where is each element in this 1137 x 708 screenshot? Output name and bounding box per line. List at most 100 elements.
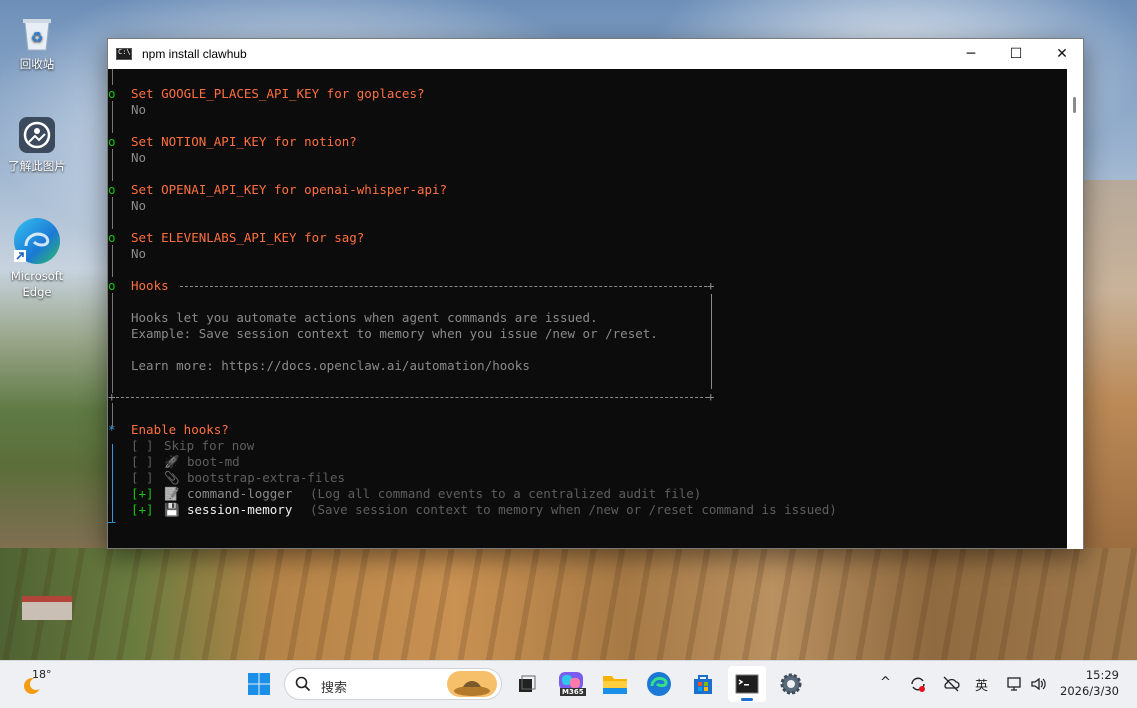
maximize-button[interactable]: ☐ [993,39,1039,69]
active-indicator [741,698,753,701]
weather-temp: 18° [32,668,52,681]
hooks-box-bottom-border [116,397,708,398]
start-button[interactable] [243,668,275,700]
task-view-icon [519,675,536,692]
step-bullet: o [108,278,116,293]
sync-icon[interactable] [909,675,927,693]
desktop-icon-learn-picture[interactable]: 了解此图片 [0,114,74,174]
option-description: (Save session context to memory when /ne… [310,502,837,517]
cloud-offline-icon[interactable] [942,675,960,693]
network-icon[interactable] [1006,675,1022,693]
wallpaper-house [22,596,72,620]
learn-picture-icon [16,114,58,156]
paperclip-icon: 📎 [164,470,180,485]
option-label[interactable]: bootstrap-extra-files [187,470,345,486]
terminal-window[interactable]: npm install clawhub ─ ☐ ✕ o Set GOOGLE_P… [107,38,1084,549]
step-bullet: o [108,86,116,101]
m365-label: M365 [560,688,586,696]
desktop-icon-edge[interactable]: Microsoft Edge [0,216,74,300]
terminal-icon [735,674,759,694]
edge-icon [647,672,671,696]
box-corner: + [108,389,116,404]
option-label[interactable]: Skip for now [164,438,254,454]
step-bullet: o [108,230,116,245]
option-description: (Log all command events to a centralized… [310,486,702,501]
settings-button[interactable] [775,668,807,700]
floppy-disk-icon: 💾 [164,502,180,517]
tree-line [112,101,113,133]
memo-icon: 📝 [164,486,180,501]
clock-date: 2026/3/30 [1060,684,1119,698]
prompt-answer: No [131,246,147,261]
terminal-taskbar-button[interactable] [728,666,766,702]
ime-indicator[interactable]: 英 [975,675,988,694]
rocket-icon: 🚀 [164,454,180,469]
option-label[interactable]: boot-md [187,454,240,470]
option-label[interactable]: command-logger [187,486,292,502]
settings-icon [780,673,802,695]
step-bullet: o [108,134,116,149]
wallpaper-rocks [0,548,1137,660]
option-checkbox[interactable]: [ ] [131,454,154,470]
m365-button[interactable]: M365 [555,668,587,700]
tree-line [112,245,113,277]
search-icon [295,676,311,692]
windows-logo-icon [248,673,270,695]
desktop-icon-label: 了解此图片 [8,159,66,173]
tree-line-active [112,444,113,522]
option-checkbox[interactable]: [ ] [131,470,154,486]
prompt-question: Set OPENAI_API_KEY for openai-whisper-ap… [131,182,448,197]
hooks-title: Hooks [131,278,169,293]
store-button[interactable] [687,668,719,700]
option-label-focused[interactable]: session-memory [187,502,292,518]
option-checkbox-checked[interactable]: [+] [131,486,154,502]
active-step-marker: * [108,422,116,437]
option-checkbox[interactable]: [ ] [131,438,154,454]
hooks-description: Hooks let you automate actions when agen… [131,310,598,325]
taskbar-search[interactable]: 搜索 [284,668,502,700]
search-placeholder: 搜索 [321,681,348,696]
box-corner: + [707,389,715,404]
svg-text:♻: ♻ [31,30,44,46]
hooks-example: Example: Save session context to memory … [131,326,658,341]
tree-line [112,293,113,393]
scrollbar-thumb[interactable] [1073,97,1076,113]
option-checkbox-checked[interactable]: [+] [131,502,154,518]
box-corner: + [707,278,715,293]
recycle-bin-icon: ♻ [16,12,58,54]
title-bar[interactable]: npm install clawhub ─ ☐ ✕ [108,39,1083,69]
search-highlight-image [447,671,497,697]
tree-line [112,69,113,85]
cmd-icon [116,48,132,60]
hooks-learn-more-link[interactable]: Learn more: https://docs.openclaw.ai/aut… [131,358,530,374]
tray-overflow-chevron[interactable]: ^ [880,675,891,690]
edge-icon [12,216,62,266]
prompt-answer: No [131,102,147,117]
cursor: — [108,514,116,529]
task-view-button[interactable] [510,668,542,700]
file-explorer-button[interactable] [599,668,631,700]
minimize-button[interactable]: ─ [948,39,994,69]
prompt-question: Set ELEVENLABS_API_KEY for sag? [131,230,365,245]
file-explorer-icon [603,676,627,694]
desktop-icon-label: Microsoft Edge [10,269,64,299]
desktop-icon-recycle-bin[interactable]: ♻ 回收站 [0,12,74,72]
prompt-answer: No [131,150,147,165]
volume-icon[interactable] [1030,675,1048,693]
tree-line [112,149,113,181]
hooks-box-top-border [180,286,712,287]
enable-hooks-question: Enable hooks? [131,422,229,437]
tree-line [112,197,113,229]
edge-taskbar-button[interactable] [643,668,675,700]
prompt-question: Set GOOGLE_PLACES_API_KEY for goplaces? [131,86,425,101]
close-button[interactable]: ✕ [1039,39,1085,69]
clock-time: 15:29 [1085,668,1119,682]
weather-widget[interactable]: 18° [20,668,60,700]
clock[interactable]: 15:29 2026/3/30 [1060,667,1119,699]
step-bullet: o [108,182,116,197]
window-title: npm install clawhub [142,47,247,61]
scrollbar[interactable] [1067,69,1083,549]
store-icon [694,675,712,694]
hooks-box-right-border [711,294,712,389]
terminal-output[interactable]: o Set GOOGLE_PLACES_API_KEY for goplaces… [108,69,1068,549]
